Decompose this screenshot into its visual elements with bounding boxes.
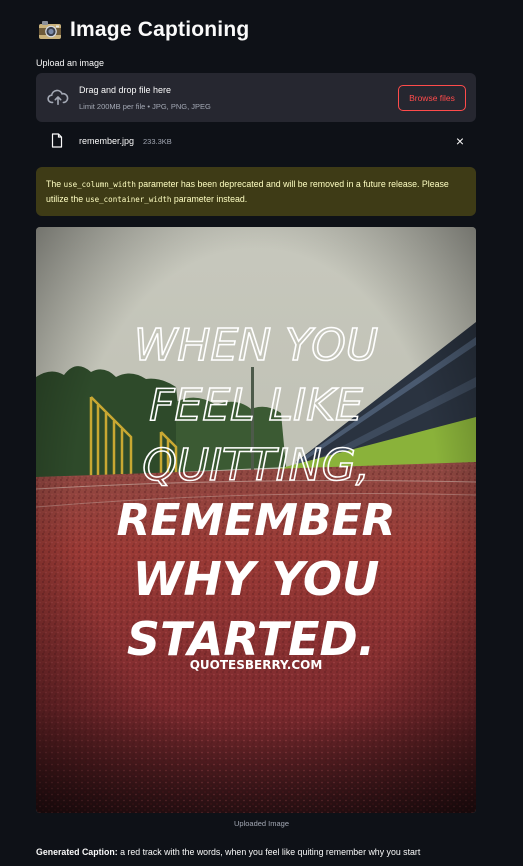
generated-caption-label: Generated Caption:: [36, 847, 118, 857]
generated-caption-text: a red track with the words, when you fee…: [117, 847, 421, 857]
file-dropzone[interactable]: Drag and drop file here Limit 200MB per …: [36, 73, 476, 122]
uploaded-file-row: remember.jpg 233.3KB ×: [36, 130, 476, 154]
browse-files-button[interactable]: Browse files: [398, 85, 466, 111]
uploaded-image: WHEN YOU FEEL LIKE QUITTING, REMEMBER WH…: [36, 227, 476, 813]
generated-caption: Generated Caption: a red track with the …: [36, 847, 420, 857]
quote-line-5: WHY YOU: [133, 552, 380, 606]
file-icon: [51, 133, 63, 148]
image-caption: Uploaded Image: [233, 819, 290, 828]
deprecation-warning: The use_column_width parameter has been …: [36, 167, 476, 216]
page-header: Image Captioning: [38, 18, 249, 42]
file-name: remember.jpg: [79, 136, 135, 146]
quote-line-1: WHEN YOU: [134, 320, 378, 371]
quote-line-2: FEEL LIKE: [149, 380, 363, 431]
camera-icon: [39, 21, 61, 39]
cloud-upload-icon: [47, 89, 69, 106]
code-use-column-width: use_column_width: [63, 180, 136, 189]
dropzone-limit-text: Limit 200MB per file • JPG, PNG, JPEG: [79, 102, 211, 111]
page-title: Image Captioning: [70, 18, 250, 41]
remove-file-icon[interactable]: ×: [456, 133, 464, 149]
upload-label: Upload an image: [36, 58, 105, 68]
dropzone-title: Drag and drop file here: [79, 85, 172, 95]
quote-line-4: REMEMBER: [116, 495, 395, 546]
quote-credit: QUOTESBERRY.COM: [190, 658, 323, 672]
code-use-container-width: use_container_width: [85, 195, 172, 204]
quote-line-3: QUITTING,: [142, 440, 370, 491]
file-size: 233.3KB: [143, 137, 172, 146]
